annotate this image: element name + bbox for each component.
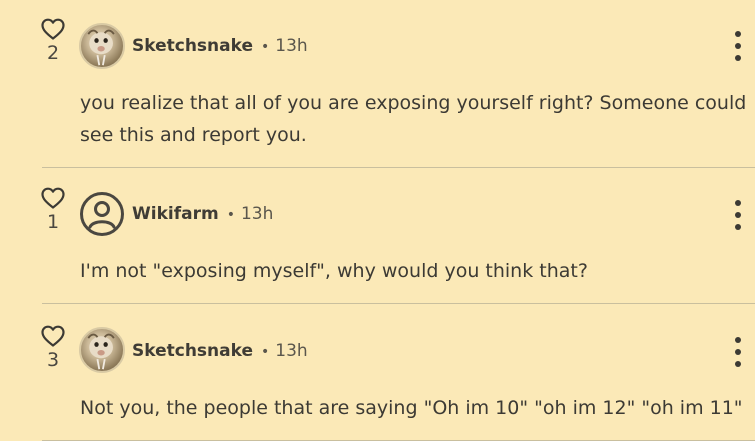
comment: 1 Wikifarm • 13h I'm not "exposing myself"… [0,168,755,304]
like-count: 3 [46,349,60,371]
pet-photo-avatar [87,29,115,66]
more-vertical-icon[interactable] [728,200,748,230]
user-circle-icon [80,192,124,236]
comment-meta: Sketchsnake • 13h [132,339,308,363]
like-control[interactable]: 2 [38,17,68,64]
more-vertical-icon[interactable] [728,31,748,61]
username[interactable]: Sketchsnake [132,36,253,56]
like-control[interactable]: 1 [38,186,68,233]
comment-meta: Wikifarm • 13h [132,202,273,226]
comment-text: Not you, the people that are saying "Oh … [80,397,743,419]
username[interactable]: Wikifarm [132,204,219,224]
comment-text: I'm not "exposing myself", why would you… [80,260,588,282]
comment-thread: 2 Sketchsnake • 13h you realize that all o… [0,0,755,441]
like-count: 1 [46,211,60,233]
meta-separator: • [261,344,270,360]
heart-icon[interactable] [40,17,66,41]
meta-separator: • [226,207,235,223]
timestamp: 13h [240,204,274,224]
timestamp: 13h [275,341,308,361]
heart-icon[interactable] [40,186,66,210]
timestamp: 13h [275,36,308,56]
pet-photo-avatar [87,333,115,370]
heart-icon[interactable] [40,324,66,348]
comment-meta: Sketchsnake • 13h [132,34,308,58]
comment-text: you realize that all of you are exposing… [80,92,747,146]
meta-separator: • [261,39,270,55]
comment: 2 Sketchsnake • 13h you realize that all o… [0,0,755,168]
like-count: 2 [46,42,60,64]
like-control[interactable]: 3 [38,324,68,371]
avatar[interactable] [79,23,125,69]
more-vertical-icon[interactable] [728,337,748,367]
avatar[interactable] [79,327,125,373]
username[interactable]: Sketchsnake [132,341,253,361]
comment: 3 Sketchsnake • 13h Not you, the people th… [0,304,755,441]
avatar[interactable] [79,191,125,237]
